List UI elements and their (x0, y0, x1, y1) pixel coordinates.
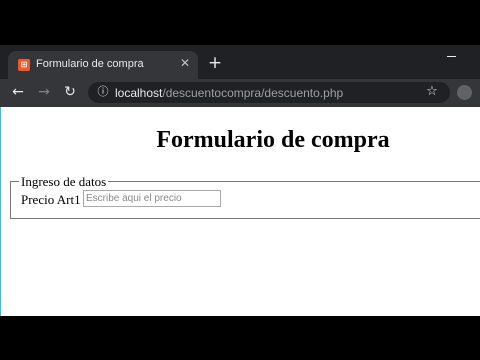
site-info-icon[interactable]: ⓘ (96, 85, 110, 99)
tab-title: Formulario de compra (36, 58, 144, 70)
data-entry-fieldset: Ingreso de datos Precio Art1 (10, 174, 480, 219)
address-bar[interactable]: ⓘ localhost/descuentocompra/descuento.ph… (88, 82, 450, 103)
bookmark-star-icon[interactable]: ☆ (424, 84, 440, 100)
tab-formulario-de-compra[interactable]: ⊞ Formulario de compra ✕ (8, 51, 198, 79)
url-text: localhost/descuentocompra/descuento.php (115, 86, 343, 100)
tab-strip: ⊞ Formulario de compra ✕ + (0, 45, 480, 79)
new-tab-button[interactable]: + (207, 55, 223, 72)
minimize-icon[interactable] (447, 56, 456, 57)
page-viewport: Formulario de compra Ingreso de datos Pr… (0, 107, 480, 316)
profile-avatar[interactable] (457, 85, 472, 100)
url-path: /descuentocompra/descuento.php (162, 86, 344, 100)
page-title: Formulario de compra (156, 127, 390, 153)
price-input[interactable] (83, 190, 221, 207)
price-label: Precio Art1 (21, 192, 81, 207)
reload-icon[interactable]: ↻ (61, 83, 79, 101)
back-icon[interactable]: ← (9, 83, 27, 101)
forward-icon[interactable]: → (35, 83, 53, 101)
close-icon[interactable]: ✕ (178, 56, 192, 70)
url-host: localhost (115, 86, 163, 100)
browser-toolbar: ← → ↻ ⓘ localhost/descuentocompra/descue… (0, 79, 480, 107)
xampp-icon: ⊞ (18, 59, 30, 71)
fieldset-legend: Ingreso de datos (19, 174, 109, 190)
browser-window: ⊞ Formulario de compra ✕ + ← → ↻ ⓘ local… (0, 45, 480, 316)
